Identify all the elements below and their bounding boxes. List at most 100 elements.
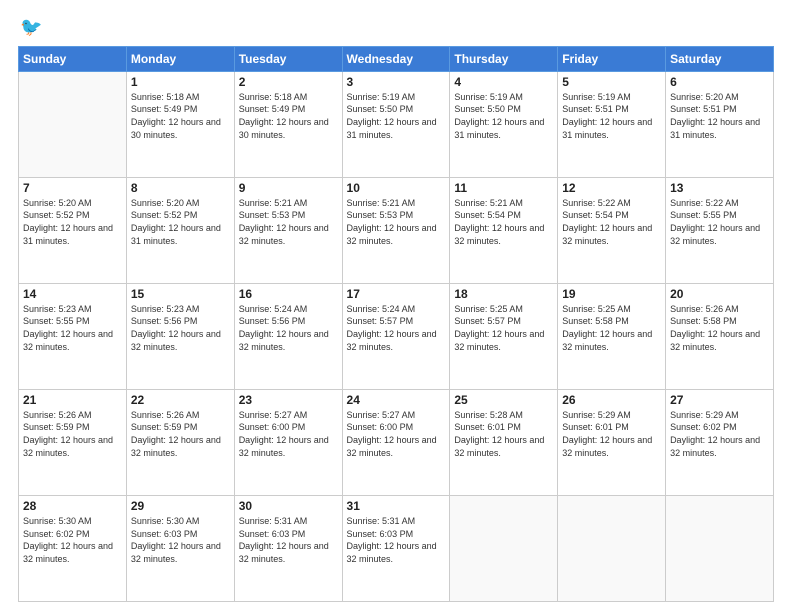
calendar-cell: 7Sunrise: 5:20 AMSunset: 5:52 PMDaylight… — [19, 177, 127, 283]
cell-info: Sunrise: 5:20 AMSunset: 5:52 PMDaylight:… — [23, 197, 122, 247]
logo: 🐦 — [18, 18, 42, 36]
cell-info: Sunrise: 5:29 AMSunset: 6:02 PMDaylight:… — [670, 409, 769, 459]
calendar-cell: 13 Sunrise: 5:22 AMSunset: 5:55 PMDayligh… — [666, 177, 774, 283]
calendar-cell — [666, 495, 774, 601]
day-number: 29 — [131, 499, 230, 513]
logo-bird-icon: 🐦 — [20, 18, 42, 38]
cell-info: Sunrise: 5:20 AMSunset: 5:52 PMDaylight:… — [131, 197, 230, 247]
calendar-cell: 16 Sunrise: 5:24 AMSunset: 5:56 PMDayligh… — [234, 283, 342, 389]
calendar-cell: 10 Sunrise: 5:21 AMSunset: 5:53 PMDayligh… — [342, 177, 450, 283]
day-number: 23 — [239, 393, 338, 407]
header-sunday: Sunday — [19, 46, 127, 71]
day-number: 16 — [239, 287, 338, 301]
calendar-cell: 1 Sunrise: 5:18 AMSunset: 5:49 PMDaylight… — [126, 71, 234, 177]
calendar-table: SundayMondayTuesdayWednesdayThursdayFrid… — [18, 46, 774, 602]
calendar-cell — [450, 495, 558, 601]
day-number: 6 — [670, 75, 769, 89]
header-thursday: Thursday — [450, 46, 558, 71]
calendar-cell: 18 Sunrise: 5:25 AMSunset: 5:57 PMDayligh… — [450, 283, 558, 389]
day-number: 31 — [347, 499, 446, 513]
calendar-cell: 25 Sunrise: 5:28 AMSunset: 6:01 PMDayligh… — [450, 389, 558, 495]
header-wednesday: Wednesday — [342, 46, 450, 71]
calendar-cell: 9 Sunrise: 5:21 AMSunset: 5:53 PMDaylight… — [234, 177, 342, 283]
cell-info: Sunrise: 5:27 AMSunset: 6:00 PMDaylight:… — [239, 409, 338, 459]
day-number: 9 — [239, 181, 338, 195]
page: 🐦 SundayMondayTuesdayWednesdayThursdayFr… — [0, 0, 792, 612]
header-monday: Monday — [126, 46, 234, 71]
calendar-cell: 26 Sunrise: 5:29 AMSunset: 6:01 PMDayligh… — [558, 389, 666, 495]
day-number: 4 — [454, 75, 553, 89]
cell-info: Sunrise: 5:26 AMSunset: 5:59 PMDaylight:… — [131, 409, 230, 459]
day-number: 2 — [239, 75, 338, 89]
cell-info: Sunrise: 5:19 AMSunset: 5:51 PMDaylight:… — [562, 91, 661, 141]
day-number: 27 — [670, 393, 769, 407]
calendar-cell: 31 Sunrise: 5:31 AMSunset: 6:03 PMDayligh… — [342, 495, 450, 601]
calendar-cell — [19, 71, 127, 177]
calendar-cell: 11Sunrise: 5:21 AMSunset: 5:54 PMDayligh… — [450, 177, 558, 283]
cell-info: Sunrise: 5:23 AMSunset: 5:55 PMDaylight:… — [23, 303, 122, 353]
cell-info: Sunrise: 5:22 AMSunset: 5:55 PMDaylight:… — [670, 197, 769, 247]
cell-info: Sunrise: 5:24 AMSunset: 5:56 PMDaylight:… — [239, 303, 338, 353]
calendar-cell: 28Sunrise: 5:30 AMSunset: 6:02 PMDayligh… — [19, 495, 127, 601]
calendar-cell: 29Sunrise: 5:30 AMSunset: 6:03 PMDayligh… — [126, 495, 234, 601]
day-number: 18 — [454, 287, 553, 301]
calendar-cell: 23 Sunrise: 5:27 AMSunset: 6:00 PMDayligh… — [234, 389, 342, 495]
cell-info: Sunrise: 5:29 AMSunset: 6:01 PMDaylight:… — [562, 409, 661, 459]
calendar-cell: 21 Sunrise: 5:26 AMSunset: 5:59 PMDayligh… — [19, 389, 127, 495]
cell-info: Sunrise: 5:22 AMSunset: 5:54 PMDaylight:… — [562, 197, 661, 247]
cell-info: Sunrise: 5:18 AMSunset: 5:49 PMDaylight:… — [239, 91, 338, 141]
calendar-cell: 8 Sunrise: 5:20 AMSunset: 5:52 PMDaylight… — [126, 177, 234, 283]
cell-info: Sunrise: 5:20 AMSunset: 5:51 PMDaylight:… — [670, 91, 769, 141]
cell-info: Sunrise: 5:26 AMSunset: 5:59 PMDaylight:… — [23, 409, 122, 459]
cell-info: Sunrise: 5:28 AMSunset: 6:01 PMDaylight:… — [454, 409, 553, 459]
calendar-cell: 30 Sunrise: 5:31 AMSunset: 6:03 PMDayligh… — [234, 495, 342, 601]
day-number: 21 — [23, 393, 122, 407]
cell-info: Sunrise: 5:18 AMSunset: 5:49 PMDaylight:… — [131, 91, 230, 141]
cell-info: Sunrise: 5:21 AMSunset: 5:53 PMDaylight:… — [239, 197, 338, 247]
cell-info: Sunrise: 5:19 AMSunset: 5:50 PMDaylight:… — [454, 91, 553, 141]
cell-info: Sunrise: 5:27 AMSunset: 6:00 PMDaylight:… — [347, 409, 446, 459]
calendar-cell: 4 Sunrise: 5:19 AMSunset: 5:50 PMDaylight… — [450, 71, 558, 177]
day-number: 22 — [131, 393, 230, 407]
day-number: 1 — [131, 75, 230, 89]
cell-info: Sunrise: 5:25 AMSunset: 5:57 PMDaylight:… — [454, 303, 553, 353]
calendar-cell: 24 Sunrise: 5:27 AMSunset: 6:00 PMDayligh… — [342, 389, 450, 495]
calendar-cell: 12 Sunrise: 5:22 AMSunset: 5:54 PMDayligh… — [558, 177, 666, 283]
day-number: 3 — [347, 75, 446, 89]
day-number: 20 — [670, 287, 769, 301]
calendar-cell: 19Sunrise: 5:25 AMSunset: 5:58 PMDayligh… — [558, 283, 666, 389]
day-number: 14 — [23, 287, 122, 301]
day-number: 13 — [670, 181, 769, 195]
calendar-cell: 27 Sunrise: 5:29 AMSunset: 6:02 PMDayligh… — [666, 389, 774, 495]
cell-info: Sunrise: 5:24 AMSunset: 5:57 PMDaylight:… — [347, 303, 446, 353]
calendar-cell: 17Sunrise: 5:24 AMSunset: 5:57 PMDayligh… — [342, 283, 450, 389]
cell-info: Sunrise: 5:19 AMSunset: 5:50 PMDaylight:… — [347, 91, 446, 141]
header-tuesday: Tuesday — [234, 46, 342, 71]
day-number: 30 — [239, 499, 338, 513]
header: 🐦 — [18, 18, 774, 36]
day-number: 10 — [347, 181, 446, 195]
cell-info: Sunrise: 5:31 AMSunset: 6:03 PMDaylight:… — [347, 515, 446, 565]
calendar-cell: 2 Sunrise: 5:18 AMSunset: 5:49 PMDaylight… — [234, 71, 342, 177]
day-number: 5 — [562, 75, 661, 89]
day-number: 26 — [562, 393, 661, 407]
calendar-cell: 5 Sunrise: 5:19 AMSunset: 5:51 PMDaylight… — [558, 71, 666, 177]
day-number: 24 — [347, 393, 446, 407]
calendar-cell: 3 Sunrise: 5:19 AMSunset: 5:50 PMDaylight… — [342, 71, 450, 177]
cell-info: Sunrise: 5:26 AMSunset: 5:58 PMDaylight:… — [670, 303, 769, 353]
day-number: 8 — [131, 181, 230, 195]
cell-info: Sunrise: 5:31 AMSunset: 6:03 PMDaylight:… — [239, 515, 338, 565]
calendar-cell: 22 Sunrise: 5:26 AMSunset: 5:59 PMDayligh… — [126, 389, 234, 495]
day-number: 19 — [562, 287, 661, 301]
calendar-cell: 6 Sunrise: 5:20 AMSunset: 5:51 PMDaylight… — [666, 71, 774, 177]
cell-info: Sunrise: 5:21 AMSunset: 5:54 PMDaylight:… — [454, 197, 553, 247]
calendar-cell: 20 Sunrise: 5:26 AMSunset: 5:58 PMDayligh… — [666, 283, 774, 389]
day-number: 28 — [23, 499, 122, 513]
cell-info: Sunrise: 5:21 AMSunset: 5:53 PMDaylight:… — [347, 197, 446, 247]
calendar-cell: 15Sunrise: 5:23 AMSunset: 5:56 PMDayligh… — [126, 283, 234, 389]
header-saturday: Saturday — [666, 46, 774, 71]
calendar-cell — [558, 495, 666, 601]
day-number: 25 — [454, 393, 553, 407]
day-number: 12 — [562, 181, 661, 195]
header-friday: Friday — [558, 46, 666, 71]
